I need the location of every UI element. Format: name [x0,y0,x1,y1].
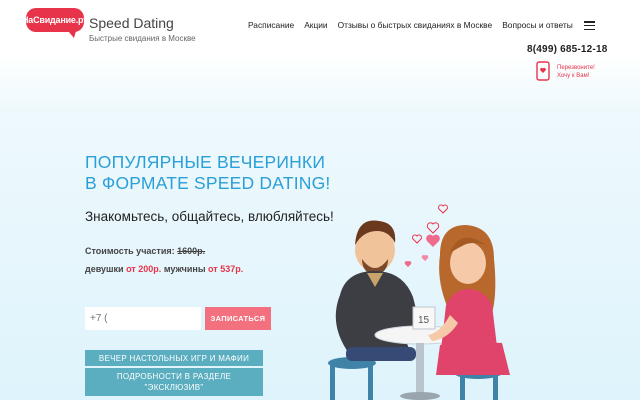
hero-title: ПОПУЛЯРНЫЕ ВЕЧЕРИНКИ В ФОРМАТЕ SPEED DAT… [85,152,331,194]
callback-line2: Хочу к Вам! [557,73,590,79]
phone-input[interactable] [85,307,201,330]
price-old: 1600р. [177,246,206,256]
hero-title-line1: ПОПУЛЯРНЫЕ ВЕЧЕРИНКИ [85,152,326,172]
nav-promotions[interactable]: Акции [304,20,327,30]
nav-reviews[interactable]: Отзывы о быстрых свиданиях в Москве [338,20,493,30]
men-price: от 537р. [208,264,244,274]
hero-title-line2: В ФОРМАТЕ SPEED DATING! [85,173,331,193]
hero-subtitle: Знакомьтесь, общайтесь, влюбляйтесь! [85,209,334,224]
main-nav: Расписание Акции Отзывы о быстрых свидан… [248,20,573,30]
board-games-button[interactable]: ВЕЧЕР НАСТОЛЬНЫХ ИГР И МАФИИ [85,350,263,366]
callback-line1: Перезвоните! [557,65,595,71]
phone-heart-icon[interactable] [536,61,550,81]
couple-illustration: 15 [328,204,510,400]
men-label: мужчины [163,264,206,274]
nav-schedule[interactable]: Расписание [248,20,294,30]
nav-faq[interactable]: Вопросы и ответы [502,20,573,30]
callback-link[interactable]: Перезвоните! Хочу к Вам! [557,64,617,80]
logo-text: НаСвидание.ру [21,15,89,25]
women-label: девушки [85,264,124,274]
table-number: 15 [418,315,430,326]
brand-title: Speed Dating [89,15,174,31]
exclusive-button[interactable]: ПОДРОБНОСТИ В РАЗДЕЛЕ "ЭКСКЛЮЗИВ" [85,368,263,396]
site-logo[interactable]: НаСвидание.ру [22,8,88,38]
price-line1: Стоимость участия: 1600р. [85,242,243,260]
women-price: от 200р. [126,264,162,274]
menu-icon[interactable] [584,21,595,30]
site-header: НаСвидание.ру Speed Dating Быстрые свида… [0,0,640,90]
phone-number[interactable]: 8(499) 685-12-18 [527,44,607,55]
price-info: Стоимость участия: 1600р. девушки от 200… [85,242,243,278]
brand-subtitle: Быстрые свидания в Москве [89,34,196,43]
price-label: Стоимость участия: [85,246,175,256]
price-line2: девушки от 200р. мужчины от 537р. [85,260,243,278]
signup-button[interactable]: ЗАПИСАТЬСЯ [205,307,271,330]
